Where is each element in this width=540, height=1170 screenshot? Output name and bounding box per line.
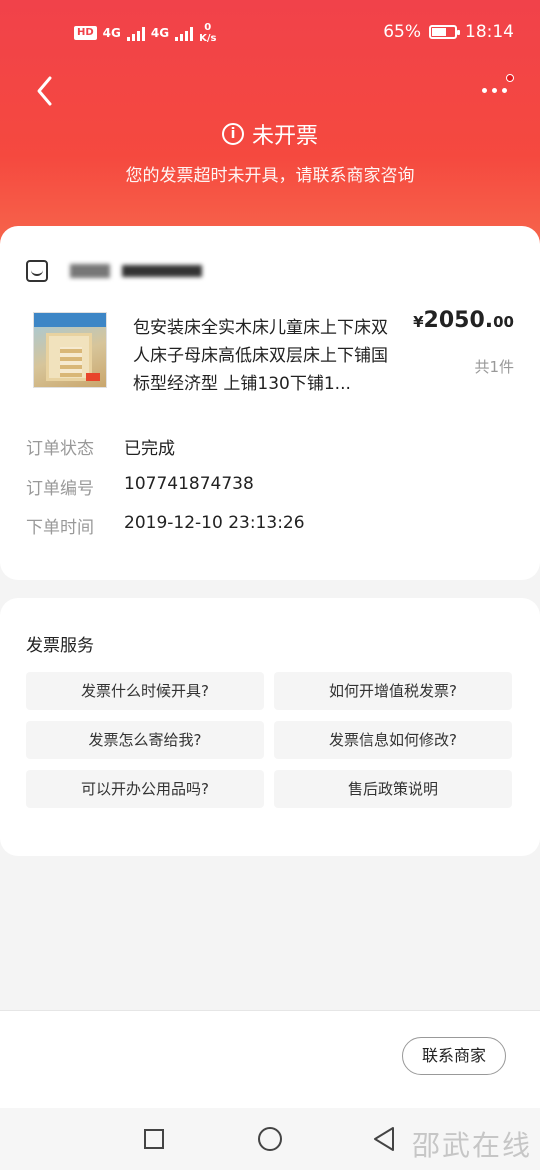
network-4g-label-2: 4G xyxy=(150,26,170,40)
clock: 18:14 xyxy=(465,22,514,42)
more-button[interactable] xyxy=(478,74,514,104)
product-image[interactable] xyxy=(33,312,107,388)
faq-button[interactable]: 售后政策说明 xyxy=(274,770,512,808)
order-time-row: 下单时间 2019-12-10 23:13:26 xyxy=(26,513,305,538)
order-status-value: 已完成 xyxy=(124,439,175,459)
order-time-label: 下单时间 xyxy=(26,518,94,538)
price-currency: ¥ xyxy=(413,313,424,331)
invoice-service-card: 发票服务 发票什么时候开具? 如何开增值税发票? 发票怎么寄给我? 发票信息如何… xyxy=(0,598,540,856)
battery-fill xyxy=(432,28,447,36)
order-number-row: 订单编号 107741874738 xyxy=(26,474,254,499)
invoice-status-title: i 未开票 xyxy=(0,118,540,150)
status-left: HD 4G 4G 0 K/s xyxy=(74,22,216,44)
shop-row[interactable] xyxy=(26,260,202,282)
hd-badge: HD xyxy=(74,26,97,40)
price-integer: 2050. xyxy=(423,308,494,333)
network-speed: 0 K/s xyxy=(199,22,216,44)
chevron-left-icon xyxy=(37,76,52,106)
order-status-label: 订单状态 xyxy=(26,439,94,459)
bottom-action-bar: 联系商家 xyxy=(0,1010,540,1108)
notification-dot xyxy=(506,74,514,82)
order-status-row: 订单状态 已完成 xyxy=(26,434,175,459)
faq-button[interactable]: 如何开增值税发票? xyxy=(274,672,512,710)
status-bar: HD 4G 4G 0 K/s 65% 18:14 xyxy=(0,18,540,48)
battery-percent: 65% xyxy=(383,22,421,42)
shop-name-redacted xyxy=(70,264,110,278)
faq-button[interactable]: 发票信息如何修改? xyxy=(274,721,512,759)
home-button[interactable] xyxy=(258,1127,282,1151)
order-time-value: 2019-12-10 23:13:26 xyxy=(124,513,305,533)
recent-apps-button[interactable] xyxy=(144,1129,164,1149)
faq-button[interactable]: 发票什么时候开具? xyxy=(26,672,264,710)
status-right: 65% 18:14 xyxy=(383,22,514,42)
network-4g-label: 4G xyxy=(102,26,121,40)
battery-icon xyxy=(429,25,460,39)
back-button[interactable] xyxy=(30,72,64,110)
price-decimal: 00 xyxy=(493,313,514,331)
page-subtitle: 您的发票超时未开具，请联系商家咨询 xyxy=(125,166,415,186)
order-card: 包安装床全实木床儿童床上下床双人床子母床高低床双层床上下铺国标型经济型 上铺13… xyxy=(0,226,540,580)
info-icon: i xyxy=(221,123,244,145)
signal-icon-2 xyxy=(175,25,194,41)
watermark: 邵武在线 xyxy=(411,1129,532,1162)
system-nav-bar: 邵武在线 xyxy=(0,1108,540,1170)
shop-icon xyxy=(26,260,48,282)
header: HD 4G 4G 0 K/s 65% 18:14 i 未开票 您的发票超时未开具… xyxy=(0,0,540,260)
order-number-value: 107741874738 xyxy=(124,474,254,494)
faq-button[interactable]: 发票怎么寄给我? xyxy=(26,721,264,759)
signal-icon xyxy=(126,25,145,41)
triangle-back-icon xyxy=(374,1127,394,1151)
more-dots-icon xyxy=(482,88,487,93)
section-title: 发票服务 xyxy=(26,636,94,656)
contact-merchant-button[interactable]: 联系商家 xyxy=(402,1037,506,1075)
product-quantity: 共1件 xyxy=(474,358,514,376)
page-title: 未开票 xyxy=(251,124,318,149)
faq-button[interactable]: 可以开办公用品吗? xyxy=(26,770,264,808)
speed-unit: K/s xyxy=(199,33,217,44)
product-price: ¥2050.00 xyxy=(413,308,514,333)
order-number-label: 订单编号 xyxy=(26,479,94,499)
speed-value: 0 xyxy=(204,22,212,33)
shop-name-redacted-2 xyxy=(122,265,202,277)
system-back-button[interactable] xyxy=(372,1126,396,1152)
product-name[interactable]: 包安装床全实木床儿童床上下床双人床子母床高低床双层床上下铺国标型经济型 上铺13… xyxy=(133,314,403,398)
